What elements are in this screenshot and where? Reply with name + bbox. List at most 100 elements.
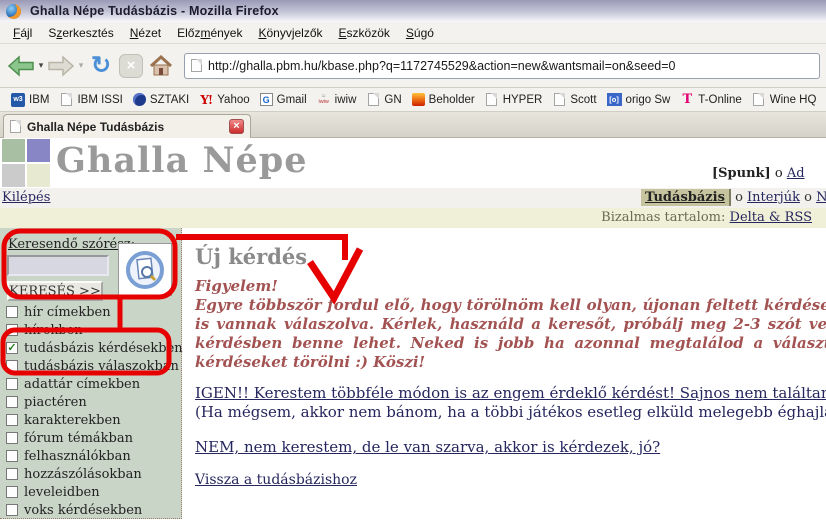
menu-sugo[interactable]: Súgó (398, 24, 442, 42)
checkbox[interactable] (6, 432, 18, 444)
bookmark-label: Beholder (429, 94, 475, 106)
home-button[interactable] (146, 51, 176, 81)
checkbox-label: fórum témákban (24, 431, 133, 446)
checkbox[interactable] (6, 360, 18, 372)
page-icon (753, 93, 764, 106)
tab-title: Ghalla Népe Tudásbázis (27, 120, 223, 134)
tab-ghalla-nepe[interactable]: Ghalla Népe Tudásbázis (3, 114, 251, 138)
nav-interjuk[interactable]: Interjúk (747, 190, 800, 205)
yes-searched-link[interactable]: IGEN!! Kerestem többféle módon is az eng… (195, 384, 826, 403)
menu-accel: E (339, 26, 347, 40)
bookmarks-toolbar: IBM IBM ISSI SZTAKI Yahoo Gmail iwiw GN … (0, 88, 826, 112)
bookmark-yahoo[interactable]: Yahoo (194, 91, 254, 109)
reload-icon: ↻ (91, 54, 111, 78)
bookmark-tonline[interactable]: T-Online (675, 91, 746, 109)
checkbox-hirekben[interactable]: hírekben (6, 321, 180, 339)
user-link[interactable]: Ad (787, 166, 805, 181)
checkbox-adattar-cimekben[interactable]: adattár címekben (6, 375, 180, 393)
menu-fajl[interactable]: Fájl (5, 24, 40, 42)
menu-eszkozok[interactable]: Eszközök (331, 24, 398, 42)
back-to-knowledgebase-link[interactable]: Vissza a tudásbázishoz (195, 471, 357, 490)
warning-title: Figyelem! (195, 277, 826, 296)
back-arrow-icon (7, 55, 35, 77)
back-dropdown-icon[interactable]: ▾ (36, 60, 46, 71)
checkbox[interactable] (6, 306, 18, 318)
checkbox-forum-temakban[interactable]: fórum témákban (6, 429, 180, 447)
bookmark-ibm[interactable]: IBM (6, 91, 54, 109)
bookmark-origo[interactable]: origo Sw (602, 91, 676, 108)
checkbox[interactable] (6, 414, 18, 426)
bookmark-distrowatch[interactable]: DistroWat (821, 91, 826, 109)
checkbox-label: felhasználókban (24, 449, 131, 464)
no-not-searched-link[interactable]: NEM, nem kerestem, de le van szarva, akk… (195, 438, 660, 457)
menu-elozmenyek[interactable]: Előzmények (169, 24, 250, 42)
bookmark-gn[interactable]: GN (361, 91, 406, 109)
search-button[interactable]: KERESÉS >> (7, 281, 103, 301)
delta-rss-link[interactable]: Delta & RSS (730, 210, 812, 225)
bookmark-beholder[interactable]: Beholder (407, 91, 480, 108)
nav-tudasbazis[interactable]: Tudásbázis (641, 189, 731, 206)
nav-nap[interactable]: Nap (816, 190, 826, 205)
checkbox-tudasbazis-kerdesekben[interactable]: tudásbázis kérdésekben (6, 339, 180, 357)
checkbox-voks-kerdesekben[interactable]: voks kérdésekben (6, 501, 180, 519)
checkbox-label: tudásbázis kérdésekben (24, 341, 183, 356)
checkbox[interactable] (6, 324, 18, 336)
separator: o (804, 190, 812, 205)
checkbox-piacteren[interactable]: piactéren (6, 393, 180, 411)
forward-button[interactable] (46, 51, 76, 81)
menu-accel: m (200, 26, 210, 40)
separator: o (775, 166, 783, 181)
checkbox[interactable] (6, 450, 18, 462)
stop-button[interactable]: × (116, 51, 146, 81)
checkbox[interactable] (6, 396, 18, 408)
tab-bar[interactable]: Ghalla Népe Tudásbázis (0, 112, 826, 138)
search-scope-list: hír címekben hírekben tudásbázis kérdése… (6, 303, 180, 519)
window-titlebar[interactable]: Ghalla Népe Tudásbázis - Mozilla Firefox (0, 0, 826, 22)
back-button[interactable] (6, 51, 36, 81)
checkbox-hozzaszolasokban[interactable]: hozzászólásokban (6, 465, 180, 483)
bookmark-sztaki[interactable]: SZTAKI (128, 91, 194, 108)
checkbox-felhasznalokban[interactable]: felhasználókban (6, 447, 180, 465)
search-doc-icon (124, 249, 166, 291)
tab-close-icon[interactable] (229, 119, 244, 134)
url-bar[interactable]: http://ghalla.pbm.hu/kbase.php?q=1172745… (184, 53, 820, 79)
search-input[interactable] (7, 255, 109, 276)
reload-button[interactable]: ↻ (86, 51, 116, 81)
checkbox-leveleidben[interactable]: leveleidben (6, 483, 180, 501)
search-icon-button[interactable] (118, 243, 172, 296)
checkbox[interactable] (6, 486, 18, 498)
warning-line: is vannak válaszolva. Kérlek, használd a… (195, 315, 826, 334)
menu-label: Előz (177, 26, 200, 40)
main-content: Új kérdés Figyelem! Egyre többször fordu… (183, 228, 826, 522)
checkbox[interactable] (6, 378, 18, 390)
menu-szerkesztes[interactable]: Szerkesztés (40, 24, 121, 42)
bookmark-winehq[interactable]: Wine HQ (747, 91, 822, 109)
bookmark-hyper[interactable]: HYPER (480, 91, 548, 109)
bookmark-label: IBM (29, 94, 49, 106)
bookmark-gmail[interactable]: Gmail (255, 91, 312, 108)
bookmark-scott[interactable]: Scott (547, 91, 601, 109)
warning-line: kérdéseket törölni :) Köszi! (195, 353, 826, 372)
logout-link[interactable]: Kilépés (2, 188, 50, 208)
firefox-icon (6, 4, 21, 19)
home-icon (149, 55, 173, 77)
url-text[interactable]: http://ghalla.pbm.hu/kbase.php?q=1172745… (208, 59, 675, 73)
menu-nezet[interactable]: Nézet (122, 24, 169, 42)
checkbox[interactable] (6, 504, 18, 516)
user-line: [Spunk] o Ad (712, 166, 805, 181)
forward-dropdown-icon[interactable]: ▾ (76, 60, 86, 71)
checkbox[interactable] (6, 342, 18, 354)
checkbox-label: hírekben (24, 323, 83, 338)
checkbox-tudasbazis-valaszokban[interactable]: tudásbázis válaszokban (6, 357, 180, 375)
bookmark-iwiw[interactable]: iwiw (312, 91, 362, 109)
checkbox[interactable] (6, 468, 18, 480)
checkbox-karakterekben[interactable]: karakterekben (6, 411, 180, 429)
menu-konyvjelzok[interactable]: Könyvjelzők (250, 24, 330, 42)
checkbox-label: karakterekben (24, 413, 121, 428)
checkbox-label: adattár címekben (24, 377, 140, 392)
bookmark-ibm-issi[interactable]: IBM ISSI (54, 91, 127, 109)
checkbox-hir-cimekben[interactable]: hír címekben (6, 303, 180, 321)
confidential-row: Bizalmas tartalom: Delta & RSS (0, 208, 826, 228)
menu-label: önyvjelzők (266, 26, 322, 40)
beholder-icon (412, 93, 425, 106)
